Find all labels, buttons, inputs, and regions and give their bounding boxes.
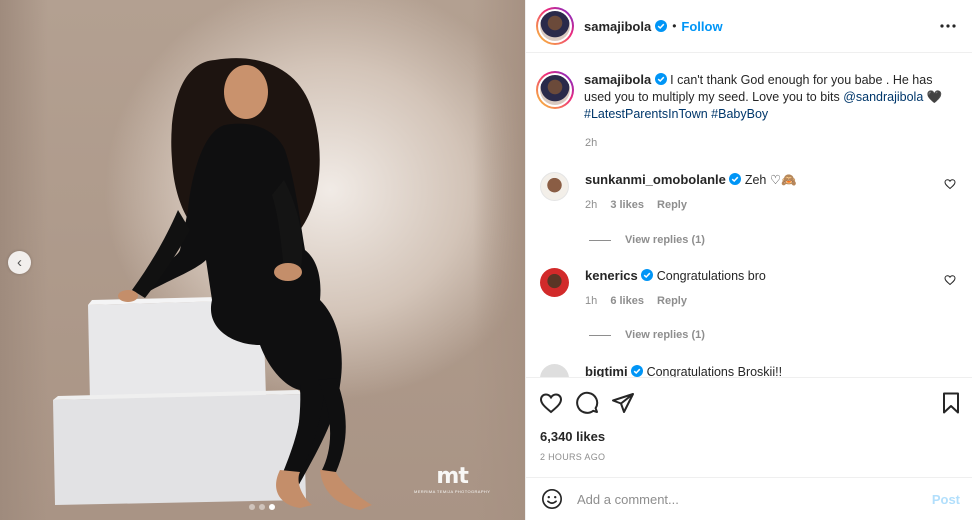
caption-username[interactable]: samajibola bbox=[584, 72, 651, 87]
photo-scene bbox=[53, 58, 372, 510]
like-comment-heart-icon[interactable] bbox=[944, 178, 956, 190]
face bbox=[224, 65, 268, 119]
caption-avatar[interactable] bbox=[536, 71, 574, 109]
caption-mention-link[interactable]: @sandrajibola bbox=[843, 90, 923, 104]
post-image[interactable]: ‹ mt MERRIMA TEMIJA PHOTOGRAPHY bbox=[0, 0, 525, 520]
carousel-dot bbox=[259, 504, 265, 510]
post-comment-button[interactable]: Post bbox=[932, 492, 960, 507]
more-options-icon[interactable] bbox=[939, 17, 957, 35]
commenter-username[interactable]: sunkanmi_omobolanle bbox=[585, 172, 726, 187]
comment-input[interactable] bbox=[577, 491, 907, 507]
post-header: samajibola • Follow bbox=[526, 0, 972, 53]
commenter-username[interactable]: bigtimi bbox=[585, 364, 628, 377]
post-actions: 6,340 likes 2 HOURS AGO bbox=[526, 377, 972, 477]
comment-text: Congratulations bro bbox=[656, 269, 766, 283]
carousel-dot bbox=[249, 504, 255, 510]
author-username[interactable]: samajibola bbox=[584, 19, 651, 34]
verified-badge-icon bbox=[729, 173, 742, 185]
caption-timestamp: 2h bbox=[585, 137, 598, 149]
comment-likes[interactable]: 6 likes bbox=[610, 295, 644, 307]
foot bbox=[276, 470, 312, 508]
view-replies-button[interactable]: View replies (1) bbox=[589, 329, 705, 341]
share-paper-plane-icon[interactable] bbox=[611, 391, 635, 415]
verified-badge-icon bbox=[654, 73, 667, 85]
likes-count[interactable]: 6,340 likes bbox=[540, 429, 605, 444]
commenter-avatar[interactable] bbox=[540, 268, 569, 297]
reply-button[interactable]: Reply bbox=[657, 199, 687, 211]
comment-bubble-icon[interactable] bbox=[575, 391, 599, 415]
post-photo bbox=[0, 0, 525, 520]
add-comment-bar: Post bbox=[526, 477, 972, 520]
caption-hashtags[interactable]: #LatestParentsInTown #BabyBoy bbox=[584, 107, 768, 121]
view-replies-button[interactable]: View replies (1) bbox=[589, 234, 705, 246]
watermark-subtitle: MERRIMA TEMIJA PHOTOGRAPHY bbox=[414, 489, 491, 494]
view-replies-label: View replies (1) bbox=[625, 329, 705, 341]
comment-time: 2h bbox=[585, 199, 598, 211]
comment-text: Congratulations Broskii!! bbox=[646, 365, 783, 377]
carousel-dot-active bbox=[269, 504, 275, 510]
post-timestamp: 2 HOURS AGO bbox=[540, 452, 606, 462]
emoji-smiley-icon[interactable] bbox=[541, 488, 563, 510]
bookmark-save-icon[interactable] bbox=[939, 391, 963, 415]
comments-list[interactable]: samajibola I can't thank God enough for … bbox=[526, 54, 972, 377]
verified-badge-icon bbox=[641, 269, 654, 281]
commenter-avatar[interactable] bbox=[540, 172, 569, 201]
post-details-panel: samajibola • Follow samajibola I can't t… bbox=[525, 0, 972, 520]
comment-time: 1h bbox=[585, 295, 598, 307]
watermark-mark: mt bbox=[436, 464, 468, 489]
verified-badge-icon bbox=[655, 20, 668, 32]
view-replies-label: View replies (1) bbox=[625, 234, 705, 246]
post-caption: samajibola I can't thank God enough for … bbox=[536, 71, 956, 123]
reply-button[interactable]: Reply bbox=[657, 295, 687, 307]
previous-image-button[interactable]: ‹ bbox=[8, 251, 31, 274]
comment-text: Zeh ♡🙈 bbox=[744, 173, 797, 187]
hand bbox=[274, 263, 302, 281]
separator-dot: • bbox=[672, 19, 677, 33]
white-block-bottom bbox=[53, 394, 306, 505]
verified-badge-icon bbox=[631, 365, 644, 377]
commenter-username[interactable]: kenerics bbox=[585, 268, 638, 283]
follow-button[interactable]: Follow bbox=[681, 19, 722, 34]
photographer-watermark: mt MERRIMA TEMIJA PHOTOGRAPHY bbox=[414, 464, 491, 495]
like-heart-icon[interactable] bbox=[539, 391, 563, 415]
black-heart-emoji: 🖤 bbox=[926, 90, 943, 104]
like-comment-heart-icon[interactable] bbox=[944, 274, 956, 286]
comment-likes[interactable]: 3 likes bbox=[610, 199, 644, 211]
commenter-avatar[interactable] bbox=[540, 364, 569, 377]
chevron-left-icon: ‹ bbox=[17, 254, 22, 271]
author-avatar[interactable] bbox=[536, 7, 574, 45]
carousel-indicator bbox=[249, 504, 275, 510]
